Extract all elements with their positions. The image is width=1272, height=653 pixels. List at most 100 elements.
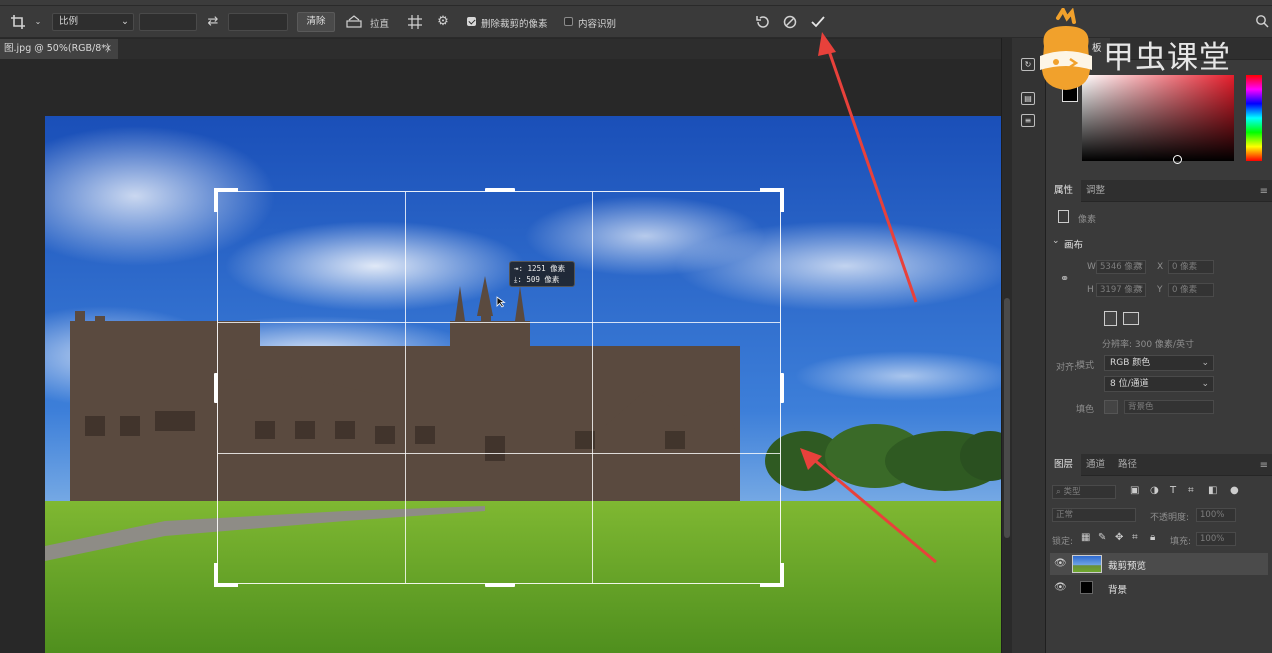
content-aware-label[interactable]: 内容识别 bbox=[578, 16, 616, 30]
lock-transparent-icon[interactable]: ▦ bbox=[1081, 532, 1090, 543]
color-picker-handle[interactable] bbox=[1173, 155, 1182, 164]
crop-handle-bottom-right[interactable] bbox=[760, 563, 784, 587]
eye-icon[interactable]: 👁︎ bbox=[1054, 558, 1067, 569]
tab-paths[interactable]: 路径 bbox=[1110, 454, 1145, 476]
gear-icon[interactable]: ⚙ bbox=[435, 14, 451, 30]
layer-filter-select[interactable]: ⌕ 类型 bbox=[1052, 485, 1116, 499]
filter-toggle-icon[interactable]: ● bbox=[1230, 485, 1239, 496]
canvas-height-field[interactable]: 3197 像素 ₹ bbox=[1096, 283, 1146, 297]
kind-label: 像素 bbox=[1078, 215, 1097, 225]
width-ratio-input[interactable] bbox=[139, 13, 197, 31]
width-unit-menu[interactable]: ₹ bbox=[1138, 261, 1143, 273]
tab-properties[interactable]: 属性 bbox=[1046, 180, 1082, 202]
portrait-orientation-icon[interactable] bbox=[1104, 311, 1117, 326]
content-aware-checkbox[interactable] bbox=[564, 17, 573, 26]
lock-artboard-icon[interactable]: ⌗ bbox=[1132, 532, 1138, 543]
crop-grid-line bbox=[218, 453, 780, 454]
lock-image-icon[interactable]: ✎ bbox=[1098, 532, 1106, 543]
reset-icon[interactable] bbox=[755, 14, 771, 30]
document-tab[interactable]: 图.jpg @ 50%(RGB/8*) × bbox=[0, 39, 118, 59]
crop-handle-bottom[interactable] bbox=[485, 583, 515, 587]
tab-layers[interactable]: 图层 bbox=[1046, 454, 1082, 476]
document-tab-bar: 图.jpg @ 50%(RGB/8*) × bbox=[0, 39, 1001, 59]
layer-filter-value: 类型 bbox=[1063, 487, 1081, 497]
fill-opacity-field[interactable]: 100% bbox=[1196, 532, 1236, 546]
fill-select[interactable]: 背景色 bbox=[1124, 400, 1214, 414]
straighten-icon[interactable] bbox=[346, 14, 362, 30]
fill-color-swatch[interactable] bbox=[1104, 400, 1118, 414]
cancel-icon[interactable] bbox=[782, 14, 798, 30]
canvas-width-field[interactable]: 5346 像素 ₹ bbox=[1096, 260, 1146, 274]
panel-menu-icon[interactable]: ≡ bbox=[1260, 460, 1268, 471]
chevron-down-icon[interactable]: ⌄ bbox=[1052, 236, 1060, 246]
delete-cropped-label[interactable]: 删除裁剪的像素 bbox=[481, 16, 548, 30]
crop-height-readout: ⤓: 509 像素 bbox=[514, 275, 560, 284]
crop-handle-top-right[interactable] bbox=[760, 188, 784, 212]
tab-channels[interactable]: 通道 bbox=[1078, 454, 1113, 476]
scrollbar-thumb[interactable] bbox=[1004, 298, 1010, 538]
width-label: W bbox=[1087, 262, 1096, 272]
crop-width-readout: ⇥: 1251 像素 bbox=[514, 264, 566, 273]
fill-opacity-label: 填充: bbox=[1170, 537, 1192, 547]
lock-position-icon[interactable]: ✥ bbox=[1115, 532, 1123, 543]
y-label: Y bbox=[1157, 285, 1163, 295]
opacity-field[interactable]: 100% bbox=[1196, 508, 1236, 522]
tab-adjustments[interactable]: 调整 bbox=[1078, 180, 1113, 202]
clear-button[interactable]: 清除 bbox=[297, 12, 335, 32]
layer-row[interactable]: 👁︎ 背景 bbox=[1050, 577, 1268, 599]
filter-pixel-icon[interactable]: ▣ bbox=[1130, 485, 1139, 496]
filter-type-icon[interactable]: T bbox=[1170, 485, 1176, 496]
notes-panel-icon[interactable]: ≡ bbox=[1021, 114, 1035, 127]
layer-row[interactable]: 👁︎ 裁剪预览 bbox=[1050, 553, 1268, 575]
overlay-grid-icon[interactable] bbox=[407, 14, 423, 30]
crop-handle-top-left[interactable] bbox=[214, 188, 238, 212]
height-unit-menu[interactable]: ₹ bbox=[1138, 284, 1143, 296]
close-icon[interactable]: × bbox=[104, 39, 112, 59]
ratio-select-value: 比例 bbox=[59, 16, 79, 27]
blend-mode-select[interactable]: 正常 bbox=[1052, 508, 1136, 522]
landscape-orientation-icon[interactable] bbox=[1123, 312, 1139, 325]
delete-cropped-checkbox[interactable] bbox=[467, 17, 476, 26]
filter-smart-object-icon[interactable]: ◧ bbox=[1208, 485, 1217, 496]
bit-depth-value: 8 位/通道 bbox=[1110, 379, 1149, 389]
document-tab-title: 图.jpg @ 50%(RGB/8*) bbox=[4, 43, 110, 54]
filter-adjustment-icon[interactable]: ◑ bbox=[1150, 485, 1159, 496]
pixel-layer-icon bbox=[1058, 210, 1069, 223]
canvas-scrollbar[interactable] bbox=[1001, 38, 1012, 653]
tool-preset-chevron-icon[interactable]: ⌄ bbox=[30, 14, 46, 30]
canvas-y-field[interactable]: 0 像素 bbox=[1168, 283, 1214, 297]
layer-name[interactable]: 裁剪预览 bbox=[1108, 558, 1146, 572]
crop-selection-box[interactable] bbox=[214, 188, 784, 587]
crop-handle-bottom-left[interactable] bbox=[214, 563, 238, 587]
crop-grid-line bbox=[405, 192, 406, 583]
canvas-area[interactable]: ⇥: 1251 像素 ⤓: 509 像素 bbox=[0, 59, 1001, 653]
chevron-down-icon: ⌄ bbox=[121, 16, 129, 27]
chevron-down-icon: ⌄ bbox=[1201, 379, 1209, 389]
mode-select[interactable]: RGB 颜色 ⌄ bbox=[1104, 355, 1214, 371]
crop-handle-top[interactable] bbox=[485, 188, 515, 192]
align-label: 对齐: bbox=[1056, 363, 1078, 373]
mode-select-value: RGB 颜色 bbox=[1110, 358, 1151, 368]
ratio-select[interactable]: 比例 ⌄ bbox=[52, 13, 134, 31]
lock-all-icon[interactable]: 🔒︎ bbox=[1150, 532, 1155, 543]
straighten-label[interactable]: 拉直 bbox=[370, 16, 389, 30]
crop-handle-right[interactable] bbox=[780, 373, 784, 403]
bit-depth-select[interactable]: 8 位/通道 ⌄ bbox=[1104, 376, 1214, 392]
crop-handle-left[interactable] bbox=[214, 373, 218, 403]
eye-icon[interactable]: 👁︎ bbox=[1054, 582, 1067, 593]
filter-shape-icon[interactable]: ⌗ bbox=[1188, 485, 1194, 496]
panel-menu-icon[interactable]: ≡ bbox=[1260, 186, 1268, 197]
crop-tool-icon[interactable] bbox=[10, 14, 26, 30]
crop-grid-line bbox=[592, 192, 593, 583]
properties-panel-header: 属性 调整 ≡ bbox=[1046, 180, 1272, 202]
commit-checkmark-icon[interactable] bbox=[810, 14, 826, 30]
swap-icon[interactable]: ⇄ bbox=[205, 14, 221, 30]
libraries-panel-icon[interactable]: ▤ bbox=[1021, 92, 1035, 105]
height-ratio-input[interactable] bbox=[228, 13, 288, 31]
canvas-x-field[interactable]: 0 像素 bbox=[1168, 260, 1214, 274]
watermark-text: 甲虫课堂 bbox=[1103, 40, 1231, 76]
layer-name[interactable]: 背景 bbox=[1108, 582, 1127, 596]
link-icon[interactable]: ⚭ bbox=[1060, 272, 1069, 285]
canvas-width-value: 5346 像素 bbox=[1100, 262, 1142, 272]
lock-label: 锁定: bbox=[1052, 537, 1074, 547]
